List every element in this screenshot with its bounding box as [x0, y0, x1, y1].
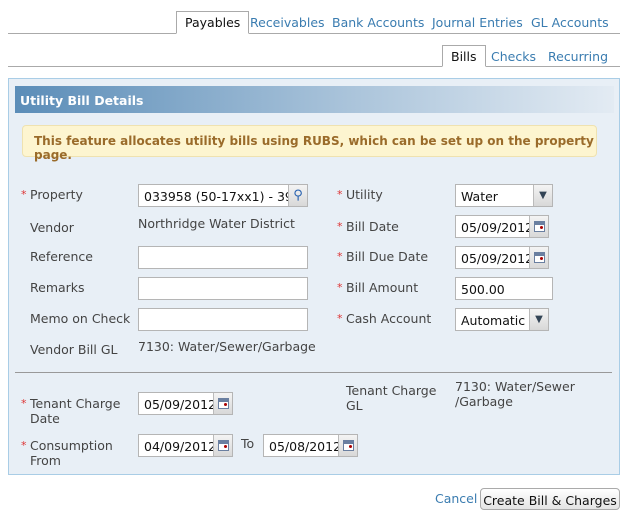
create-bill-button[interactable]: Create Bill & Charges [480, 488, 620, 510]
bill-date-value: 05/09/2012 [461, 220, 534, 235]
property-field[interactable]: 033958 (50-17xx1) - 3958 1 ⚲ [138, 184, 308, 207]
cash-account-label: Cash Account [346, 311, 432, 326]
tenant-charge-date-value: 05/09/2012 [144, 397, 217, 412]
cash-account-select[interactable]: Automatic ▼ [455, 308, 549, 331]
bill-due-date-input[interactable]: 05/09/2012 [455, 246, 549, 269]
required-mark: * [21, 397, 27, 410]
remarks-input[interactable] [138, 277, 308, 300]
memo-label: Memo on Check [30, 311, 131, 326]
main-tabs-line [8, 33, 620, 34]
reference-label: Reference [30, 249, 93, 264]
vendor-label: Vendor [30, 220, 74, 235]
tenant-charge-gl-value: 7130: Water/Sewer [455, 379, 575, 394]
info-notice: This feature allocates utility bills usi… [22, 125, 597, 162]
tenant-charge-gl-value-2: /Garbage [455, 394, 513, 409]
vendor-value: Northridge Water District [138, 216, 295, 231]
vendor-bill-gl-label: Vendor Bill GL [30, 342, 118, 357]
consumption-to-input[interactable]: 05/08/2012 [263, 434, 358, 457]
utility-label: Utility [346, 187, 383, 202]
calendar-icon[interactable] [529, 247, 548, 268]
property-label: Property [30, 187, 83, 202]
consumption-to-value: 05/08/2012 [269, 439, 342, 454]
cash-account-value: Automatic [461, 313, 526, 328]
required-mark: * [337, 250, 343, 263]
utility-select[interactable]: Water ▼ [455, 184, 553, 207]
magnifier-icon[interactable]: ⚲ [288, 185, 307, 206]
to-label: To [241, 436, 255, 451]
tenant-charge-date-label-2: Date [30, 411, 60, 426]
tenant-charge-date-input[interactable]: 05/09/2012 [138, 392, 233, 415]
chevron-down-icon[interactable]: ▼ [533, 185, 552, 206]
consumption-from-value: 04/09/2012 [144, 439, 217, 454]
property-value: 033958 (50-17xx1) - 3958 1 [144, 189, 308, 204]
required-mark: * [337, 220, 343, 233]
consumption-label: Consumption [30, 438, 113, 453]
tab-journal-entries[interactable]: Journal Entries [432, 15, 523, 30]
tenant-charge-date-label: Tenant Charge [30, 396, 121, 411]
tab-bills[interactable]: Bills [442, 45, 486, 67]
tab-bank-accounts[interactable]: Bank Accounts [332, 15, 424, 30]
sub-tabs-line [8, 66, 620, 67]
required-mark: * [21, 439, 27, 452]
bill-amount-label: Bill Amount [346, 280, 419, 295]
tab-recurring[interactable]: Recurring [548, 49, 608, 64]
required-mark: * [337, 312, 343, 325]
panel-title: Utility Bill Details [15, 86, 614, 113]
section-divider [15, 372, 612, 373]
calendar-icon[interactable] [213, 393, 232, 414]
bill-due-date-value: 05/09/2012 [461, 251, 534, 266]
chevron-down-icon[interactable]: ▼ [529, 309, 548, 330]
required-mark: * [21, 188, 27, 201]
bill-date-label: Bill Date [346, 219, 399, 234]
utility-value: Water [461, 189, 498, 204]
calendar-icon[interactable] [213, 435, 232, 456]
memo-input[interactable] [138, 308, 308, 331]
reference-input[interactable] [138, 246, 308, 269]
bill-amount-input[interactable]: 500.00 [455, 277, 553, 300]
tab-checks[interactable]: Checks [491, 49, 536, 64]
vendor-bill-gl-value: 7130: Water/Sewer/Garbage [138, 339, 316, 354]
tab-payables[interactable]: Payables [176, 11, 250, 34]
bill-due-date-label: Bill Due Date [346, 249, 429, 264]
calendar-icon[interactable] [529, 216, 548, 237]
required-mark: * [337, 281, 343, 294]
tab-receivables[interactable]: Receivables [250, 15, 325, 30]
tab-gl-accounts[interactable]: GL Accounts [531, 15, 609, 30]
tenant-charge-gl-label: Tenant Charge [346, 383, 437, 398]
cancel-link[interactable]: Cancel [435, 491, 477, 506]
consumption-label-2: From [30, 453, 61, 468]
bill-date-input[interactable]: 05/09/2012 [455, 215, 549, 238]
required-mark: * [337, 188, 343, 201]
remarks-label: Remarks [30, 280, 85, 295]
calendar-icon[interactable] [338, 435, 357, 456]
consumption-from-input[interactable]: 04/09/2012 [138, 434, 233, 457]
tenant-charge-gl-label-2: GL [346, 398, 363, 413]
